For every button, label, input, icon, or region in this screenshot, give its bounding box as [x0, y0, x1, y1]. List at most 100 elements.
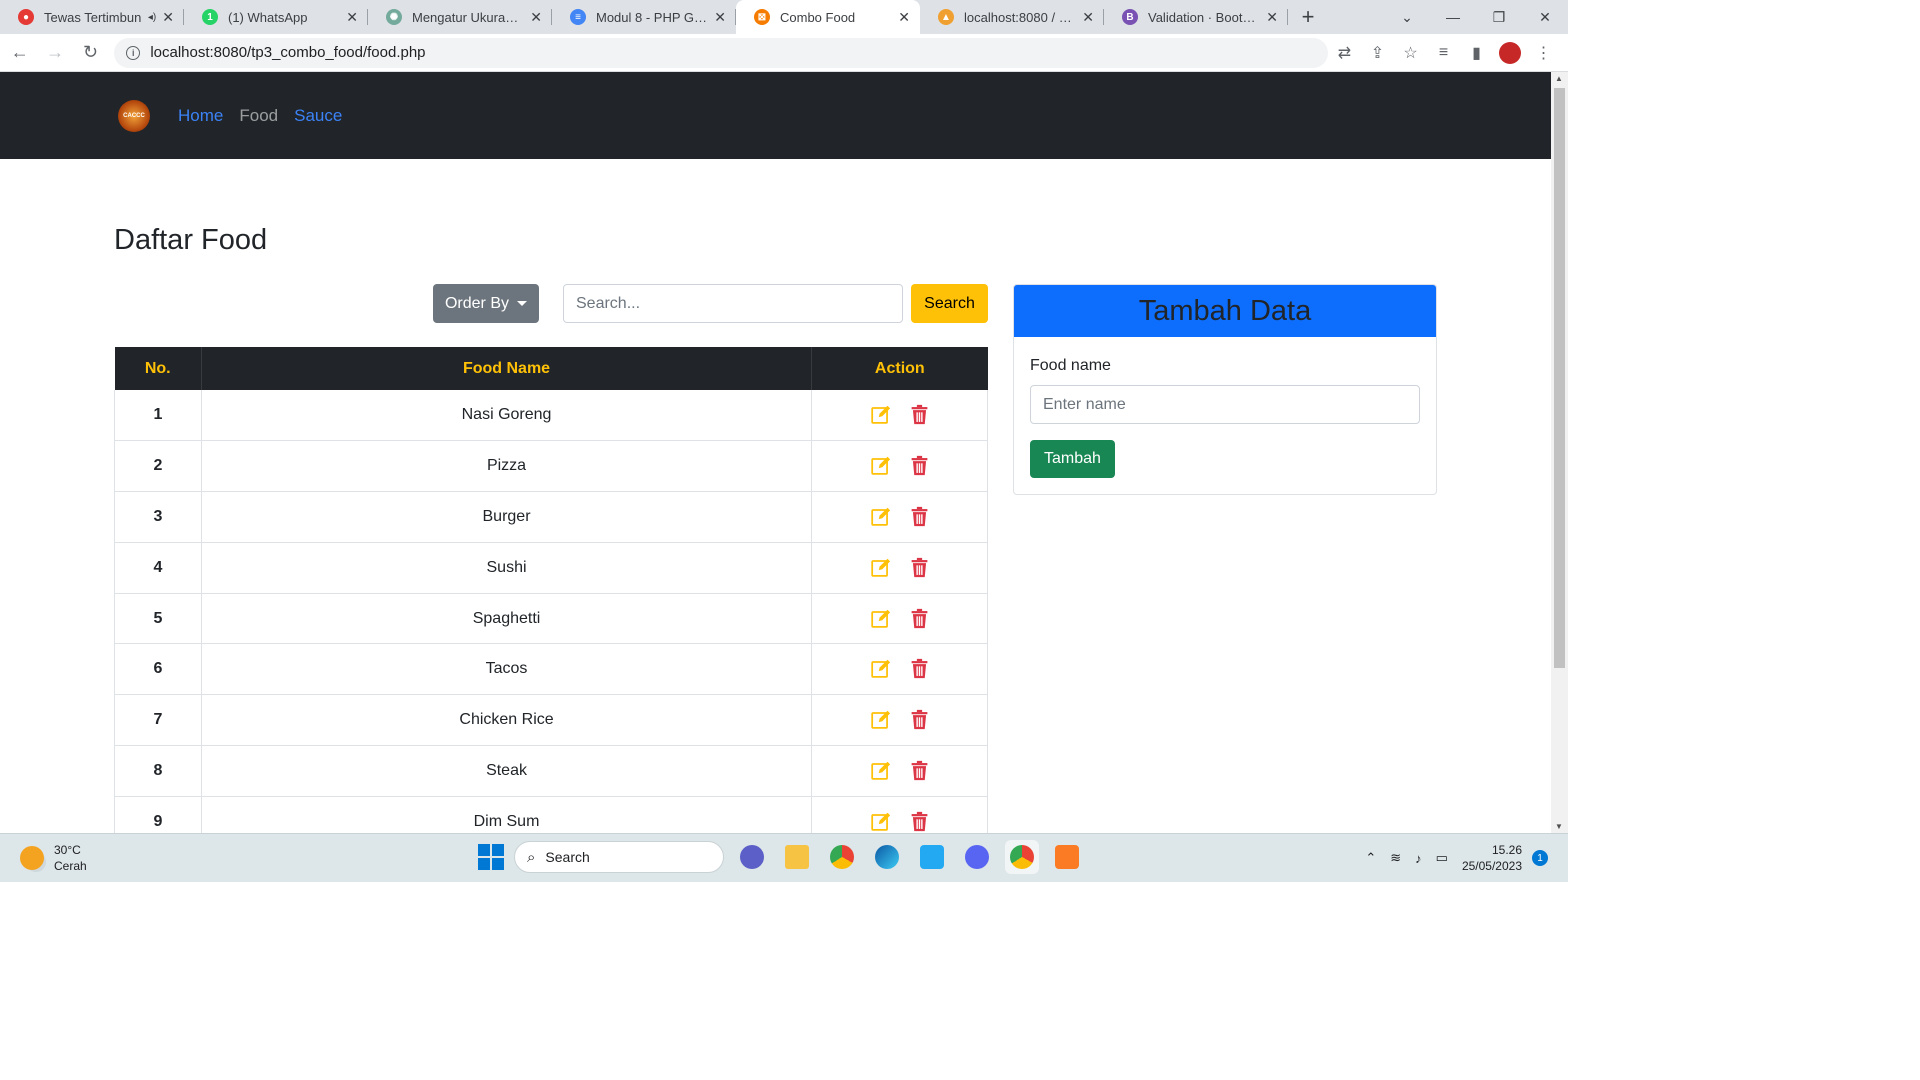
edit-icon[interactable]	[870, 404, 891, 430]
scroll-up-arrow-icon[interactable]: ▲	[1555, 74, 1563, 83]
browser-tab[interactable]: ⊠ Combo Food ✕	[736, 0, 920, 34]
weather-widget[interactable]: 30°C Cerah	[20, 842, 87, 874]
tab-close-icon[interactable]: ✕	[714, 9, 726, 26]
tab-close-icon[interactable]: ✕	[346, 9, 358, 26]
tab-close-icon[interactable]: ✕	[1082, 9, 1094, 26]
edit-icon[interactable]	[870, 506, 891, 532]
chevron-up-icon[interactable]: ⌃	[1365, 850, 1376, 866]
tab-title: Combo Food	[780, 9, 856, 25]
table-row: 6 Tacos	[114, 643, 988, 696]
side-panel-icon[interactable]: ▮	[1460, 43, 1493, 63]
windows-start-icon[interactable]	[478, 844, 504, 870]
trash-icon[interactable]	[909, 709, 930, 735]
tab-close-icon[interactable]: ✕	[162, 9, 174, 26]
page-scrollbar[interactable]: ▲ ▼	[1551, 72, 1568, 833]
nav-link-home[interactable]: Home	[178, 106, 223, 126]
browser-toolbar: ← → ↻ i localhost:8080/tp3_combo_food/fo…	[0, 34, 1568, 72]
volume-icon[interactable]: ♪	[1415, 851, 1422, 866]
browser-tab[interactable]: ≡ Modul 8 - PHP GUI - ✕	[552, 0, 736, 34]
food-name-cell: Burger	[201, 491, 813, 543]
browser-tab[interactable]: B Validation · Bootstrap ✕	[1104, 0, 1288, 34]
chrome-icon[interactable]	[825, 840, 859, 874]
discord-icon[interactable]	[960, 840, 994, 874]
url-text: localhost:8080/tp3_combo_food/food.php	[150, 44, 426, 61]
profile-avatar[interactable]	[1499, 41, 1521, 64]
xampp-icon[interactable]	[1050, 840, 1084, 874]
edit-icon[interactable]	[870, 760, 891, 786]
order-by-dropdown[interactable]: Order By	[433, 284, 539, 323]
site-logo[interactable]: CACCC	[118, 99, 150, 132]
vscode-icon[interactable]	[915, 840, 949, 874]
close-window-button[interactable]: ✕	[1522, 9, 1568, 26]
row-number: 6	[114, 643, 202, 696]
scroll-down-arrow-icon[interactable]: ▼	[1555, 822, 1563, 831]
notification-badge[interactable]: 1	[1532, 850, 1548, 866]
edit-icon[interactable]	[870, 608, 891, 634]
tambah-button[interactable]: Tambah	[1030, 440, 1115, 478]
menu-kebab-icon[interactable]: ⋮	[1527, 43, 1560, 63]
edit-icon[interactable]	[870, 455, 891, 481]
trash-icon[interactable]	[909, 455, 930, 481]
browser-tab[interactable]: 1 (1) WhatsApp ✕	[184, 0, 368, 34]
action-cell	[811, 390, 988, 442]
teams-chat-icon[interactable]	[735, 840, 769, 874]
trash-icon[interactable]	[909, 658, 930, 684]
translate-icon[interactable]: ⇄	[1328, 43, 1361, 63]
browser-tab[interactable]: ✺ Mengatur Ukuran Gar ✕	[368, 0, 552, 34]
search-button[interactable]: Search	[911, 284, 988, 323]
taskbar-apps: ⌕ Search	[472, 840, 1084, 874]
trash-icon[interactable]	[909, 760, 930, 786]
file-explorer-icon[interactable]	[780, 840, 814, 874]
tab-audio-icon[interactable]: ◂)	[148, 12, 156, 23]
new-tab-button[interactable]: +	[1288, 0, 1328, 34]
trash-icon[interactable]	[909, 811, 930, 833]
share-icon[interactable]: ⇪	[1361, 43, 1394, 63]
tab-search-icon[interactable]: ⌄	[1384, 9, 1430, 26]
browser-tab[interactable]: ▲ localhost:8080 / 127.0 ✕	[920, 0, 1104, 34]
tab-close-icon[interactable]: ✕	[1266, 9, 1278, 26]
trash-icon[interactable]	[909, 506, 930, 532]
forward-button[interactable]: →	[39, 37, 70, 69]
minimize-button[interactable]: —	[1430, 9, 1476, 25]
tab-close-icon[interactable]: ✕	[898, 9, 910, 26]
tab-favicon-icon: ▲	[938, 9, 954, 25]
bookmark-star-icon[interactable]: ☆	[1394, 43, 1427, 63]
clock-date: 25/05/2023	[1461, 859, 1522, 873]
trash-icon[interactable]	[909, 557, 930, 583]
edit-icon[interactable]	[870, 658, 891, 684]
trash-icon[interactable]	[909, 608, 930, 634]
window-controls: ⌄ — ❐ ✕	[1384, 0, 1568, 34]
nav-link-sauce[interactable]: Sauce	[294, 106, 342, 126]
nav-link-food[interactable]: Food	[239, 106, 278, 126]
wifi-icon[interactable]: ≋	[1390, 850, 1401, 866]
browser-tab[interactable]: ● Tewas Tertimbun ◂) ✕	[0, 0, 184, 34]
chrome-profile-icon[interactable]	[1005, 840, 1039, 874]
tab-title: localhost:8080 / 127.0	[964, 9, 1076, 25]
scrollbar-thumb[interactable]	[1554, 88, 1565, 668]
tab-close-icon[interactable]: ✕	[530, 9, 542, 26]
browser-tab-strip: ● Tewas Tertimbun ◂) ✕ 1 (1) WhatsApp ✕ ✺ Mengat…	[0, 0, 1568, 34]
reload-button[interactable]: ↻	[75, 37, 106, 69]
restore-button[interactable]: ❐	[1476, 9, 1522, 26]
action-cell	[811, 542, 988, 594]
edit-icon[interactable]	[870, 709, 891, 735]
tab-title: Validation · Bootstrap	[1148, 9, 1261, 25]
battery-icon[interactable]: ▭	[1436, 850, 1448, 866]
header-action: Action	[811, 347, 988, 390]
taskbar-search[interactable]: ⌕ Search	[514, 841, 724, 873]
address-bar[interactable]: i localhost:8080/tp3_combo_food/food.php	[114, 37, 1328, 68]
tab-title: Mengatur Ukuran Gar	[412, 9, 524, 25]
edge-icon[interactable]	[870, 840, 904, 874]
site-info-icon[interactable]: i	[126, 45, 141, 60]
edit-icon[interactable]	[870, 811, 891, 833]
table-row: 8 Steak	[114, 745, 988, 797]
food-name-input[interactable]	[1030, 385, 1420, 424]
trash-icon[interactable]	[909, 404, 930, 430]
clock-time: 15.26	[1491, 843, 1522, 857]
reading-list-icon[interactable]: ≡	[1427, 44, 1460, 62]
system-tray: ⌃ ≋ ♪ ▭ 15.26 25/05/2023 1	[1365, 842, 1548, 874]
back-button[interactable]: ←	[4, 37, 35, 69]
search-input[interactable]	[563, 284, 903, 323]
edit-icon[interactable]	[870, 557, 891, 583]
clock[interactable]: 15.26 25/05/2023	[1462, 842, 1522, 874]
